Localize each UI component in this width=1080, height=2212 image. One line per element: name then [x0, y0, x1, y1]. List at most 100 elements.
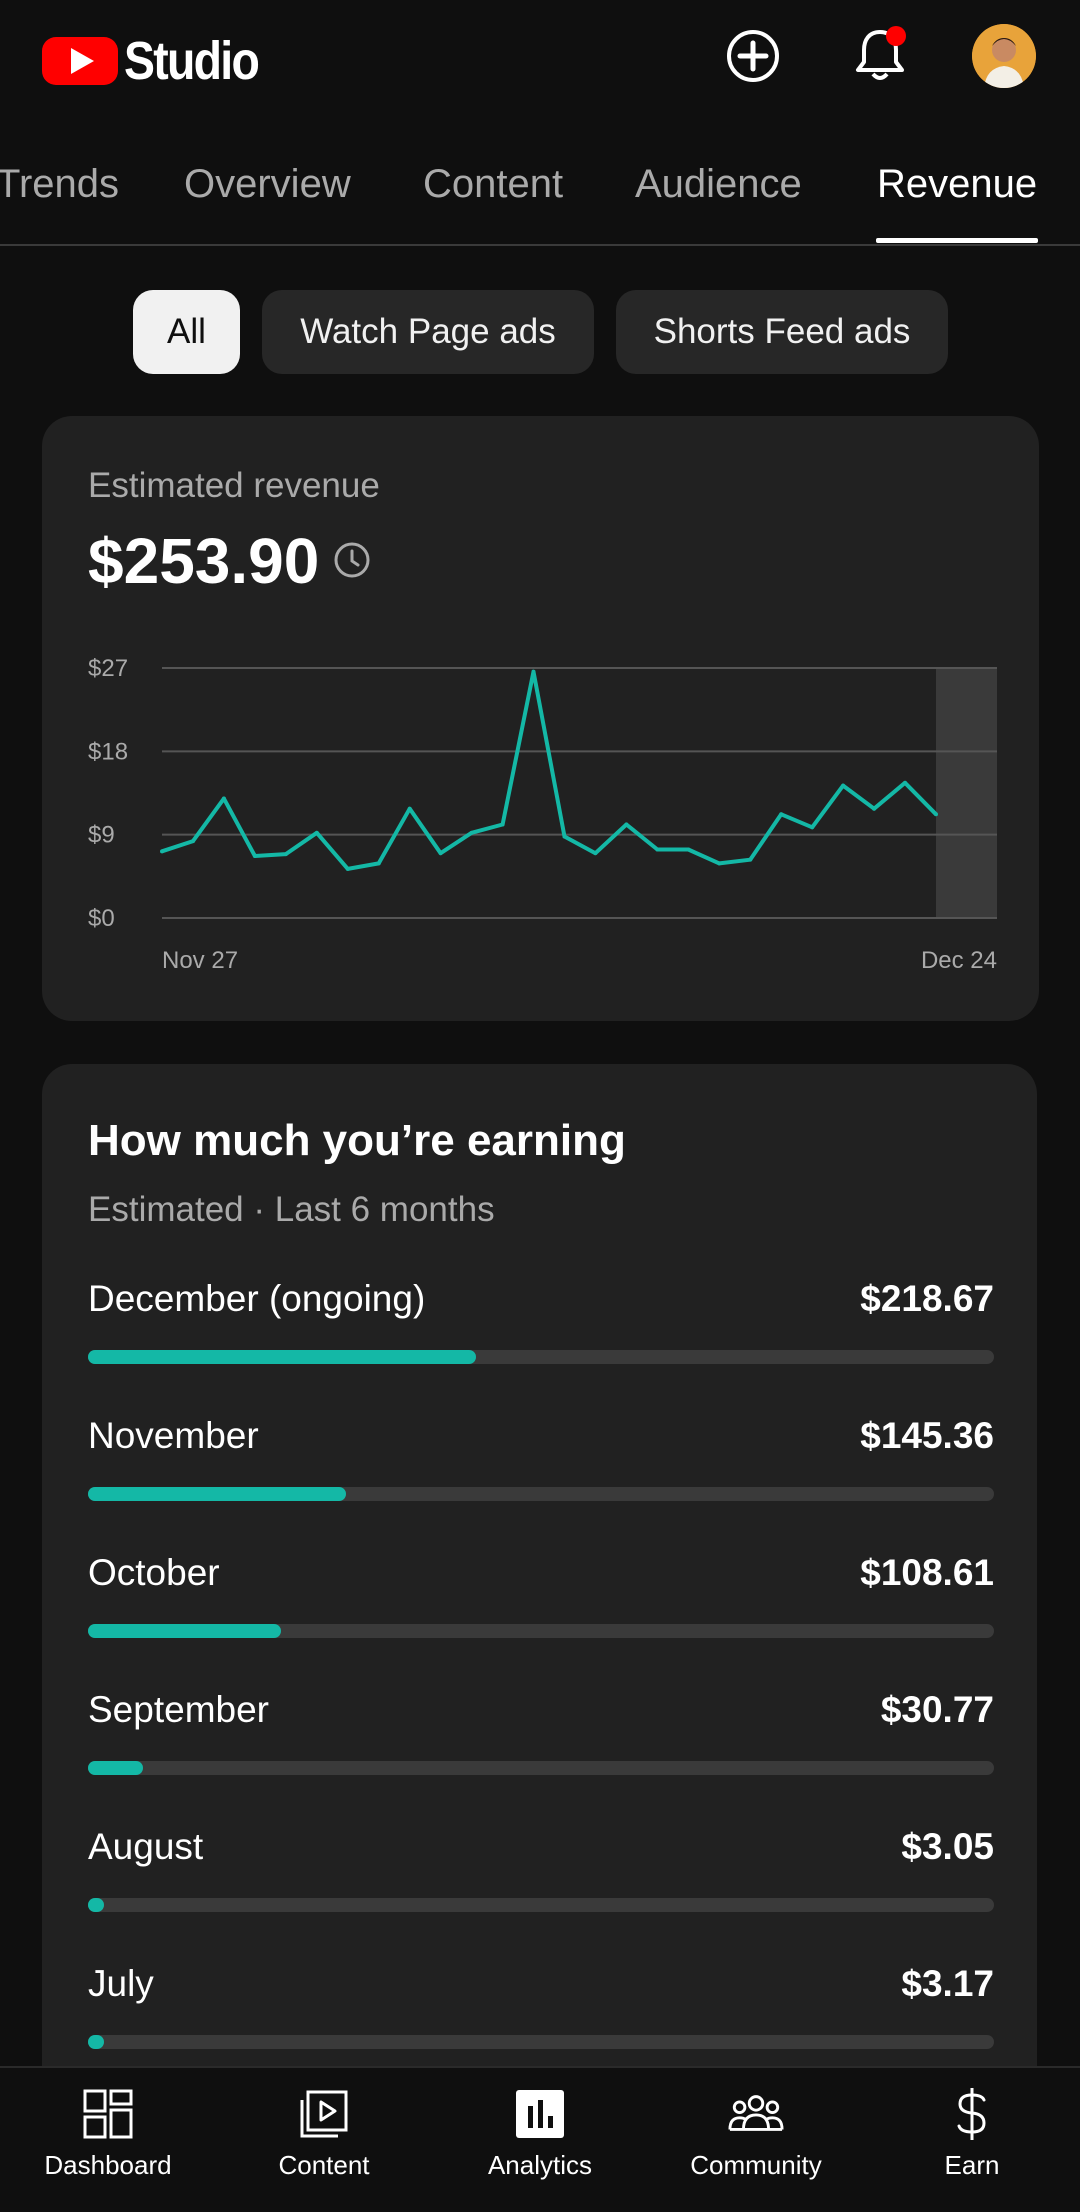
progress-fill	[88, 1487, 347, 1501]
earnings-card: How much you’re earning Estimated · Last…	[42, 1064, 1037, 2124]
avatar-image	[972, 24, 1036, 88]
analytics-icon	[512, 2086, 568, 2142]
nav-label: Dashboard	[44, 2150, 172, 2180]
y-tick-label: $9	[88, 822, 115, 849]
month-label: November	[88, 1415, 259, 1456]
content-icon	[296, 2086, 352, 2142]
earnings-row[interactable]: August $3.05	[88, 1826, 994, 1916]
data-point	[469, 830, 474, 835]
estimated-revenue-card[interactable]: Estimated revenue $253.90 $27 $18 $9 $0 Nov…	[42, 416, 1039, 1021]
data-point	[934, 812, 938, 817]
data-point	[283, 852, 288, 857]
month-value: $145.36	[860, 1415, 994, 1456]
nav-label: Analytics	[487, 2150, 593, 2180]
progress-track	[88, 1761, 994, 1775]
tab-audience[interactable]: Audience	[635, 162, 802, 207]
notifications-bell-icon	[856, 26, 906, 80]
month-value: $3.17	[901, 1963, 994, 2004]
logo-text: Studio	[124, 31, 260, 91]
nav-dashboard[interactable]: Dashboard	[0, 2078, 216, 2198]
earnings-row[interactable]: September $30.77	[88, 1689, 994, 1779]
data-point	[438, 851, 443, 856]
data-point	[531, 669, 536, 674]
data-point	[717, 861, 722, 866]
month-label: July	[88, 1963, 154, 2004]
progress-track	[88, 1487, 994, 1501]
filter-chip-shorts-feed-ads[interactable]: Shorts Feed ads	[616, 290, 948, 374]
progress-fill	[88, 2035, 104, 2049]
month-label: September	[88, 1689, 269, 1730]
earnings-card-subtitle: Estimated · Last 6 months	[88, 1190, 495, 1229]
data-point	[160, 849, 164, 854]
notifications-button[interactable]	[848, 24, 912, 88]
data-point	[779, 812, 784, 817]
data-point	[748, 857, 753, 862]
revenue-line-chart[interactable]: $27 $18 $9 $0 Nov 27 Dec 24	[42, 416, 1039, 1021]
progress-track	[88, 2035, 994, 2049]
progress-fill	[88, 1624, 281, 1638]
progress-fill	[88, 1350, 477, 1364]
month-value: $218.67	[860, 1278, 994, 1319]
month-label: December (ongoing)	[88, 1278, 426, 1319]
y-tick-label: $0	[88, 905, 115, 932]
tab-revenue[interactable]: Revenue	[877, 162, 1037, 207]
month-value: $30.77	[880, 1689, 994, 1730]
nav-community[interactable]: Community	[648, 2078, 864, 2198]
nav-label: Earn	[944, 2150, 1000, 2180]
data-point	[500, 822, 505, 827]
data-point	[562, 834, 567, 839]
data-point	[407, 806, 412, 811]
data-point	[686, 847, 691, 852]
nav-label: Community	[690, 2150, 822, 2180]
y-tick-label: $27	[88, 655, 128, 682]
create-button[interactable]	[721, 24, 785, 88]
earnings-row[interactable]: December (ongoing) $218.67	[88, 1278, 994, 1368]
filter-chip-all[interactable]: All	[133, 290, 240, 374]
progress-fill	[88, 1898, 104, 1912]
analytics-tabs: Trends Overview Content Audience Revenue	[0, 112, 1080, 246]
revenue-series-line	[161, 669, 938, 871]
data-point	[593, 851, 598, 856]
progress-track	[88, 1624, 994, 1638]
nav-label: Content	[278, 2150, 370, 2180]
data-point	[190, 839, 195, 844]
earnings-row[interactable]: October $108.61	[88, 1552, 994, 1642]
data-point	[841, 783, 846, 788]
data-point	[872, 806, 877, 811]
data-point	[314, 830, 319, 835]
filter-chip-watch-page-ads[interactable]: Watch Page ads	[262, 290, 594, 374]
current-period-highlight	[936, 668, 997, 918]
earnings-row[interactable]: November $145.36	[88, 1415, 994, 1505]
notification-badge	[886, 26, 906, 46]
data-point	[903, 780, 908, 785]
nav-earn[interactable]: Earn	[864, 2078, 1080, 2198]
tab-content[interactable]: Content	[423, 162, 563, 207]
youtube-studio-logo[interactable]: Studio	[42, 30, 280, 92]
community-icon	[728, 2086, 784, 2142]
data-point	[221, 796, 226, 801]
nav-analytics[interactable]: Analytics	[432, 2078, 648, 2198]
data-point	[624, 822, 629, 827]
data-point	[655, 847, 660, 852]
data-point	[376, 861, 381, 866]
data-point	[810, 825, 815, 830]
month-value: $108.61	[860, 1552, 994, 1593]
bottom-navigation: Dashboard Content Analytics Community Ea…	[0, 2066, 1080, 2212]
data-point	[252, 853, 257, 858]
month-label: October	[88, 1552, 220, 1593]
avatar[interactable]	[972, 24, 1036, 88]
y-tick-label: $18	[88, 738, 128, 765]
tab-overview[interactable]: Overview	[184, 162, 351, 207]
youtube-logo-icon	[42, 37, 118, 85]
x-axis-start-label: Nov 27	[162, 947, 238, 974]
tab-trends[interactable]: Trends	[0, 162, 119, 207]
nav-content[interactable]: Content	[216, 2078, 432, 2198]
progress-track	[88, 1350, 994, 1364]
app-header: Studio	[0, 0, 1080, 112]
earnings-card-title: How much you’re earning	[88, 1116, 626, 1165]
earnings-row[interactable]: July $3.17	[88, 1963, 994, 2053]
x-axis-end-label: Dec 24	[921, 947, 997, 974]
dashboard-icon	[80, 2086, 136, 2142]
progress-track	[88, 1898, 994, 1912]
month-label: August	[88, 1826, 204, 1867]
